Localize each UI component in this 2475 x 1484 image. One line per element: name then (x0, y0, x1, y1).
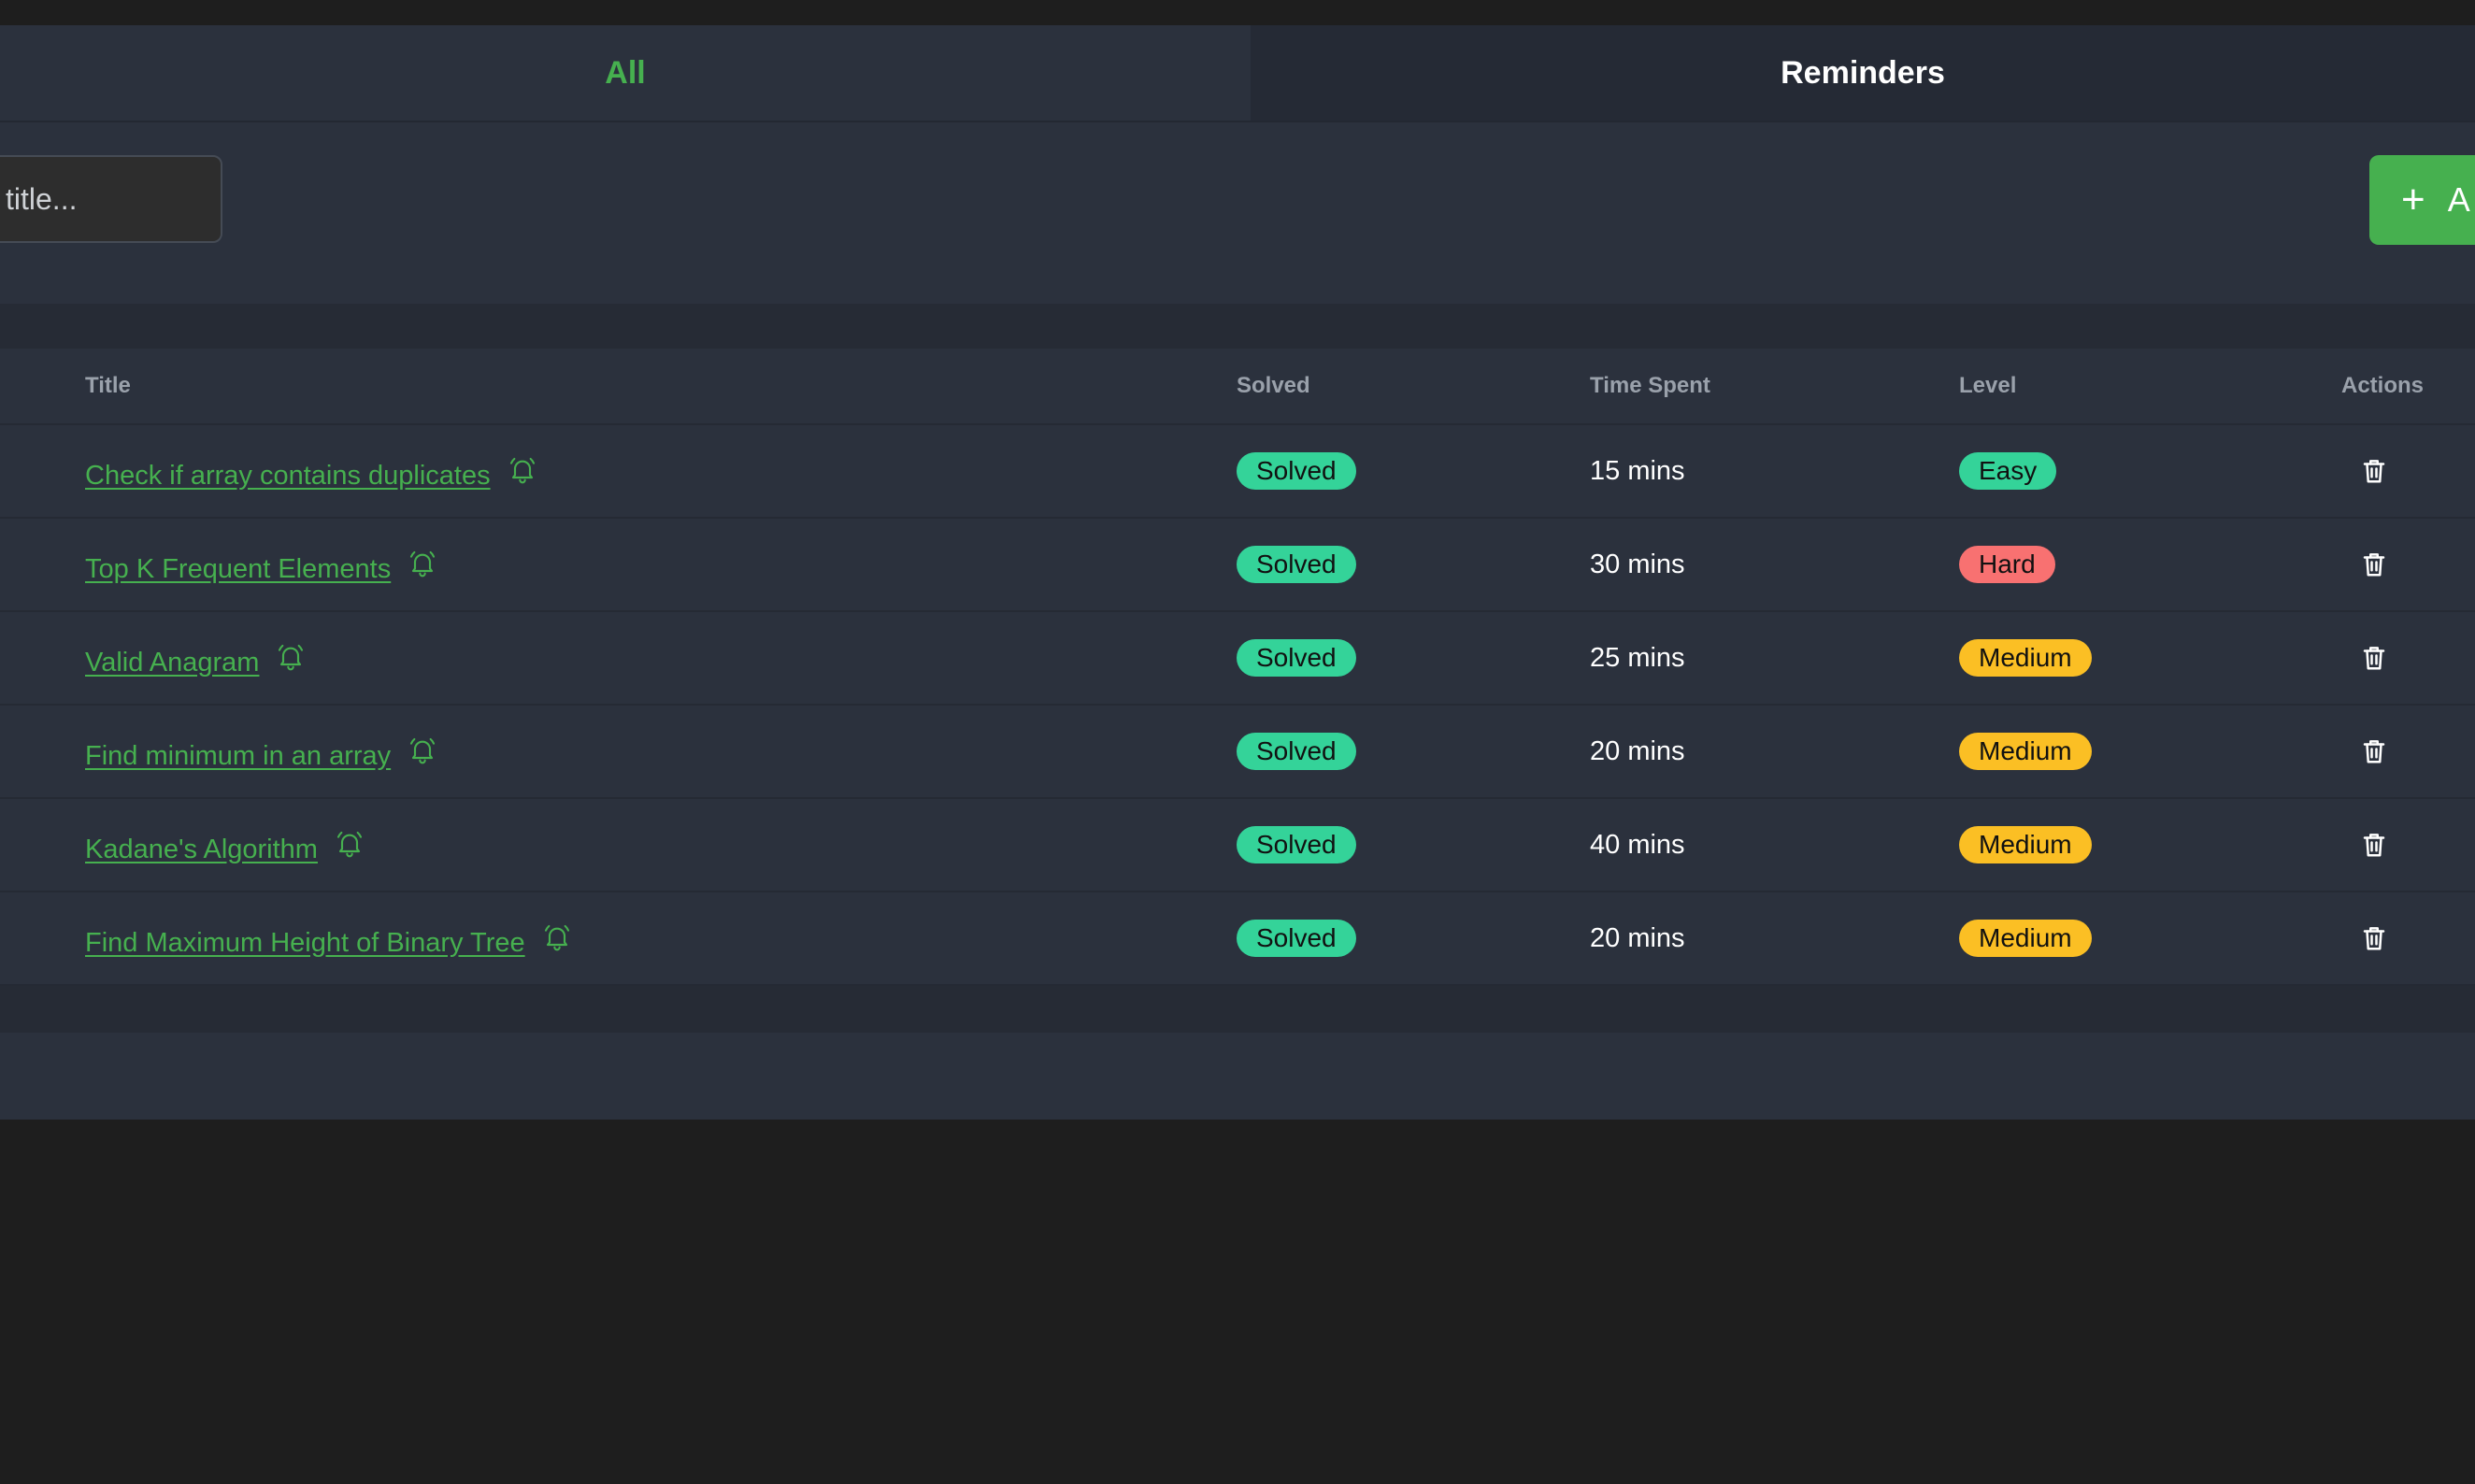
time-spent-cell: 15 mins (1590, 455, 1685, 486)
question-title-link[interactable]: Check if array contains duplicates (85, 461, 491, 492)
solved-badge: Solved (1237, 639, 1356, 677)
trash-icon[interactable] (2360, 923, 2388, 953)
level-cell: Hard (1959, 519, 2055, 610)
tab-bar: All Reminders (0, 25, 2475, 122)
header-title[interactable]: Title (85, 349, 131, 423)
header-solved[interactable]: Solved (1237, 349, 1310, 423)
table-row: Find minimum in an array Solved 20 mins … (0, 706, 2475, 799)
time-spent-cell: 30 mins (1590, 549, 1685, 579)
level-badge: Medium (1959, 733, 2092, 770)
level-cell: Medium (1959, 612, 2092, 704)
actions-cell (2341, 425, 2407, 517)
bell-icon[interactable] (276, 642, 306, 672)
question-title-link[interactable]: Top K Frequent Elements (85, 554, 391, 585)
solved-badge: Solved (1237, 452, 1356, 490)
time-spent-cell: 20 mins (1590, 735, 1685, 766)
actions-cell (2341, 612, 2407, 704)
table-row: Top K Frequent Elements Solved 30 mins H… (0, 519, 2475, 612)
question-title-link[interactable]: Find Maximum Height of Binary Tree (85, 928, 525, 959)
table-body: Check if array contains duplicates Solve… (0, 425, 2475, 986)
solved-badge: Solved (1237, 546, 1356, 583)
solved-cell: Solved (1237, 799, 1356, 891)
bell-icon[interactable] (408, 735, 437, 765)
table-row: Kadane's Algorithm Solved 40 mins Medium (0, 799, 2475, 892)
level-badge: Medium (1959, 826, 2092, 863)
solved-cell: Solved (1237, 519, 1356, 610)
solved-badge: Solved (1237, 826, 1356, 863)
time-spent-cell: 40 mins (1590, 829, 1685, 860)
level-badge: Hard (1959, 546, 2055, 583)
level-cell: Medium (1959, 892, 2092, 984)
title-cell: Valid Anagram (85, 612, 306, 704)
solved-badge: Solved (1237, 920, 1356, 957)
trash-icon[interactable] (2360, 549, 2388, 579)
level-badge: Medium (1959, 639, 2092, 677)
search-input[interactable] (0, 155, 222, 243)
tab-reminders[interactable]: Reminders (1251, 25, 2475, 121)
plus-icon: + (2401, 177, 2425, 222)
header-level[interactable]: Level (1959, 349, 2016, 423)
trash-icon[interactable] (2360, 643, 2388, 673)
title-cell: Find minimum in an array (85, 706, 437, 797)
footer-divider (0, 986, 2475, 1033)
header-actions: Actions (2341, 373, 2425, 398)
solved-badge: Solved (1237, 733, 1356, 770)
table-row: Check if array contains duplicates Solve… (0, 425, 2475, 519)
level-cell: Easy (1959, 425, 2057, 517)
bell-icon[interactable] (408, 549, 437, 578)
question-title-link[interactable]: Valid Anagram (85, 648, 259, 678)
table-row: Valid Anagram Solved 25 mins Medium (0, 612, 2475, 706)
add-button-label: A (2447, 180, 2470, 219)
app-window: All Reminders + A Title Solved Time Spen… (0, 0, 2475, 1484)
footer (0, 1033, 2475, 1120)
level-badge: Easy (1959, 452, 2057, 490)
time-spent-cell: 20 mins (1590, 922, 1685, 953)
actions-cell (2341, 519, 2407, 610)
actions-cell (2341, 892, 2407, 984)
actions-cell (2341, 706, 2407, 797)
solved-cell: Solved (1237, 706, 1356, 797)
actions-cell (2341, 799, 2407, 891)
level-badge: Medium (1959, 920, 2092, 957)
add-question-button[interactable]: + A (2369, 155, 2475, 245)
solved-cell: Solved (1237, 892, 1356, 984)
toolbar: + A (0, 122, 2475, 304)
trash-icon[interactable] (2360, 736, 2388, 766)
title-cell: Top K Frequent Elements (85, 519, 437, 610)
bell-icon[interactable] (508, 455, 537, 485)
bell-icon[interactable] (335, 829, 365, 859)
title-cell: Check if array contains duplicates (85, 425, 537, 517)
title-cell: Find Maximum Height of Binary Tree (85, 892, 572, 984)
trash-icon[interactable] (2360, 830, 2388, 860)
title-cell: Kadane's Algorithm (85, 799, 365, 891)
section-divider (0, 304, 2475, 349)
questions-table: Title Solved Time Spent Level Actions Ch… (0, 349, 2475, 986)
header-time-spent[interactable]: Time Spent (1590, 349, 1710, 423)
table-row: Find Maximum Height of Binary Tree Solve… (0, 892, 2475, 986)
time-spent-cell: 25 mins (1590, 642, 1685, 673)
trash-icon[interactable] (2360, 456, 2388, 486)
tab-all[interactable]: All (0, 25, 1251, 121)
table-header: Title Solved Time Spent Level Actions (0, 349, 2475, 425)
level-cell: Medium (1959, 799, 2092, 891)
question-title-link[interactable]: Find minimum in an array (85, 741, 391, 772)
bell-icon[interactable] (542, 922, 572, 952)
solved-cell: Solved (1237, 612, 1356, 704)
question-title-link[interactable]: Kadane's Algorithm (85, 835, 318, 865)
level-cell: Medium (1959, 706, 2092, 797)
solved-cell: Solved (1237, 425, 1356, 517)
